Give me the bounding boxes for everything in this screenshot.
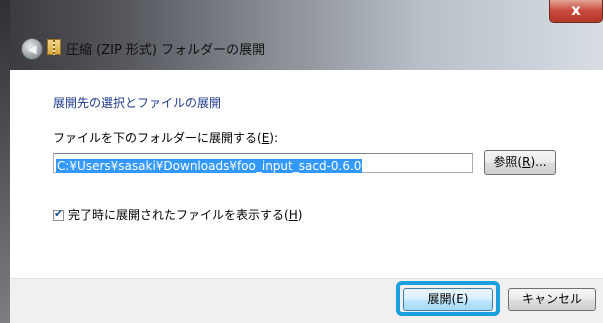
show-files-label-text: 完了時に展開されたファイルを表示する( bbox=[68, 208, 289, 222]
zip-folder-icon bbox=[47, 39, 61, 55]
destination-path-input[interactable]: C:¥Users¥sasaki¥Downloads¥foo_input_sacd… bbox=[53, 153, 473, 173]
close-button[interactable]: x bbox=[549, 0, 603, 23]
close-icon: x bbox=[571, 1, 581, 19]
show-files-checkbox[interactable]: ✔ bbox=[53, 207, 64, 221]
show-files-label-end: ) bbox=[297, 208, 303, 222]
cancel-button[interactable]: キャンセル bbox=[508, 288, 596, 311]
destination-label-text: ファイルを下のフォルダーに展開する( bbox=[53, 131, 262, 145]
back-button[interactable]: ◀ bbox=[21, 38, 43, 60]
back-arrow-icon: ◀ bbox=[27, 42, 37, 56]
window-edge bbox=[0, 0, 10, 323]
browse-button[interactable]: 参照(R)... bbox=[484, 150, 556, 175]
extract-button[interactable]: 展開(E) bbox=[403, 288, 493, 311]
dialog-heading: 展開先の選択とファイルの展開 bbox=[53, 96, 222, 110]
browse-label-text: 参照( bbox=[493, 155, 523, 169]
show-files-label-accesskey: H bbox=[288, 208, 298, 222]
extract-dialog: x ◀ 圧縮 (ZIP 形式) フォルダーの展開 展開先の選択とファイルの展開 … bbox=[0, 0, 603, 323]
destination-label-end: ): bbox=[269, 131, 279, 145]
destination-label: ファイルを下のフォルダーに展開する(E): bbox=[53, 129, 278, 146]
show-files-option[interactable]: ✔ 完了時に展開されたファイルを表示する(H) bbox=[53, 206, 302, 223]
window-title: 圧縮 (ZIP 形式) フォルダーの展開 bbox=[66, 43, 266, 58]
destination-path-value: C:¥Users¥sasaki¥Downloads¥foo_input_sacd… bbox=[56, 159, 363, 173]
checkmark-icon: ✔ bbox=[54, 207, 64, 220]
browse-label-end: )... bbox=[530, 155, 547, 169]
title-bar bbox=[10, 0, 603, 70]
